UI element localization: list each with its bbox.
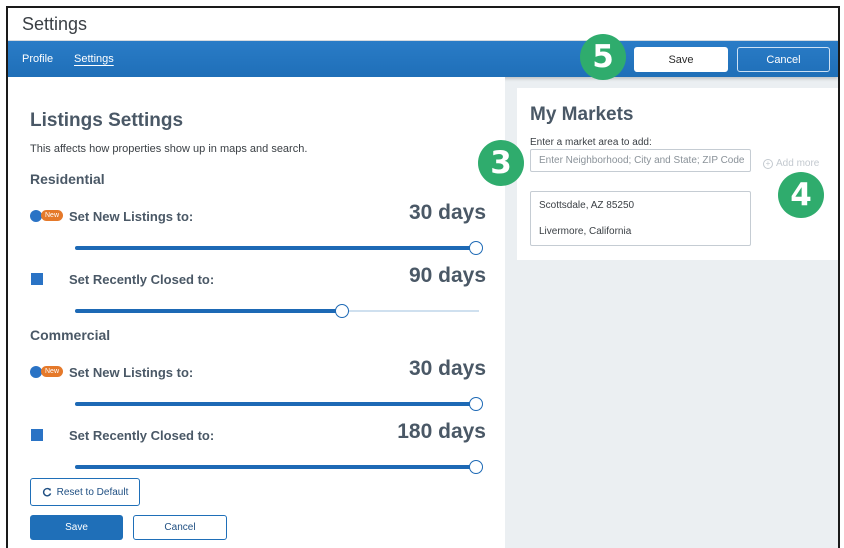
slider-thumb[interactable] <box>469 397 483 411</box>
save-button[interactable]: Save <box>30 515 123 540</box>
reset-to-default-button[interactable]: Reset to Default <box>30 478 140 506</box>
setting-label: Set Recently Closed to: <box>69 272 215 287</box>
tab-profile[interactable]: Profile <box>22 53 53 65</box>
setting-value: 30 days <box>408 201 486 224</box>
setting-value: 180 days <box>397 420 486 443</box>
new-badge: New <box>41 366 64 377</box>
reset-label: Reset to Default <box>56 486 129 498</box>
slider-fill <box>75 309 342 313</box>
nav-bar: Profile Settings Save Cancel <box>8 41 838 77</box>
setting-label: Set New Listings to: <box>69 365 194 380</box>
setting-label: Set New Listings to: <box>69 209 194 224</box>
window-title: Settings <box>22 14 88 34</box>
cancel-button[interactable]: Cancel <box>133 515 227 540</box>
market-list: Scottsdale, AZ 85250 Livermore, Californ… <box>530 191 751 246</box>
slider-thumb[interactable] <box>469 460 483 474</box>
recently-closed-slider[interactable] <box>75 304 479 318</box>
section-heading-commercial: Commercial <box>30 327 111 343</box>
plus-circle-icon: + <box>763 158 773 169</box>
new-listings-slider[interactable] <box>75 397 483 411</box>
callout-badge: 5 <box>580 34 626 80</box>
add-more-button[interactable]: + Add more <box>763 158 819 169</box>
list-item[interactable]: Livermore, California <box>539 226 631 237</box>
tab-settings[interactable]: Settings <box>74 53 114 65</box>
setting-value: 90 days <box>408 264 486 287</box>
title-bar: Settings <box>8 8 838 41</box>
market-field-label: Enter a market area to add: <box>530 137 652 148</box>
header-save-button[interactable]: Save <box>634 47 728 72</box>
new-listings-slider[interactable] <box>75 241 483 255</box>
markets-title: My Markets <box>530 104 634 125</box>
section-heading-residential: Residential <box>30 171 105 187</box>
setting-value: 30 days <box>408 357 486 380</box>
header-cancel-button[interactable]: Cancel <box>737 47 830 72</box>
new-badge: New <box>41 210 64 221</box>
recently-closed-square-icon <box>31 429 43 441</box>
slider-thumb[interactable] <box>469 241 483 255</box>
app-window: Settings Profile Settings Save Cancel Li… <box>6 6 840 548</box>
listings-title: Listings Settings <box>30 110 184 131</box>
setting-label: Set Recently Closed to: <box>69 428 215 443</box>
slider-fill <box>75 246 476 250</box>
callout-badge: 4 <box>778 172 824 218</box>
add-more-label: Add more <box>776 158 820 169</box>
recently-closed-slider[interactable] <box>75 460 483 474</box>
slider-fill <box>75 402 476 406</box>
refresh-icon <box>42 487 51 497</box>
callout-badge: 3 <box>478 140 524 186</box>
market-search-input[interactable]: Enter Neighborhood; City and State; ZIP … <box>530 149 751 172</box>
recently-closed-square-icon <box>31 273 43 285</box>
list-item[interactable]: Scottsdale, AZ 85250 <box>539 200 634 211</box>
slider-fill <box>75 465 476 469</box>
slider-thumb[interactable] <box>334 304 349 318</box>
listings-description: This affects how properties show up in m… <box>30 143 308 155</box>
